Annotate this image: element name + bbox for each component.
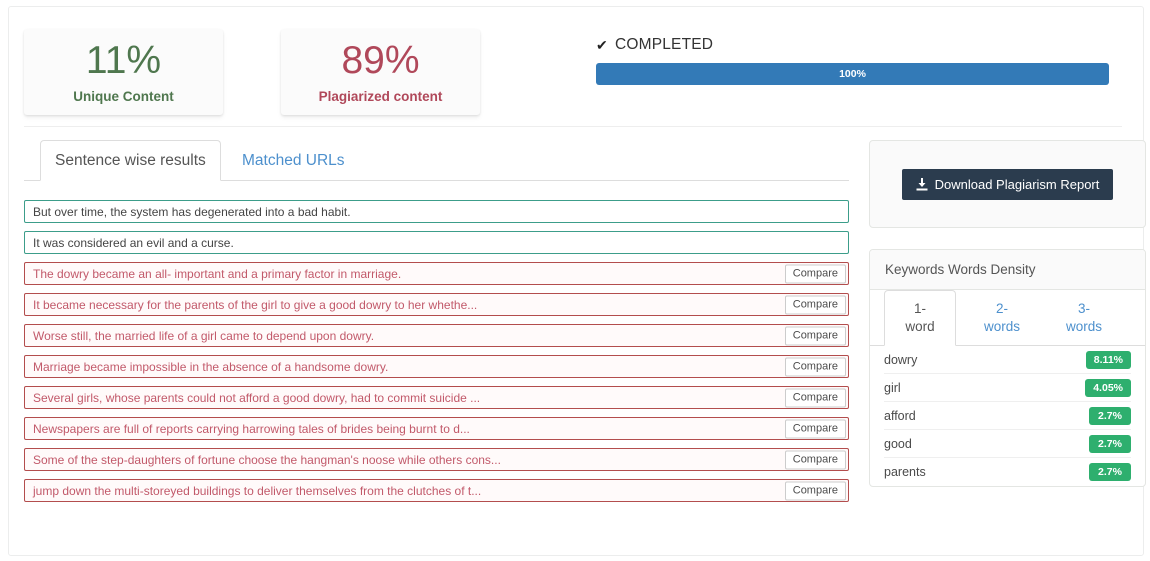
- sentence-text: jump down the multi-storeyed buildings t…: [33, 483, 482, 498]
- results-left-column: Sentence wise results Matched URLs But o…: [24, 140, 849, 510]
- keyword-row: afford 2.7%: [884, 402, 1131, 430]
- progress-bar-fill: 100%: [596, 63, 1109, 85]
- sentence-row: jump down the multi-storeyed buildings t…: [24, 479, 849, 502]
- unique-content-card: 11% Unique Content: [24, 29, 223, 115]
- tab-2-words[interactable]: 2- words: [966, 290, 1038, 346]
- sentence-text: Marriage became impossible in the absenc…: [33, 359, 389, 374]
- sentence-row: Marriage became impossible in the absenc…: [24, 355, 849, 378]
- keyword-density-badge: 4.05%: [1085, 378, 1131, 397]
- keyword-word: dowry: [884, 352, 918, 367]
- tab-matched-urls[interactable]: Matched URLs: [227, 140, 360, 181]
- tab-sentence-wise-results-label: Sentence wise results: [55, 151, 206, 169]
- section-divider: [24, 126, 1122, 127]
- tab-1-word-line1: 1-: [913, 300, 926, 316]
- sentence-row: Worse still, the married life of a girl …: [24, 324, 849, 347]
- keyword-word: girl: [884, 380, 901, 395]
- sentence-row: Several girls, whose parents could not a…: [24, 386, 849, 409]
- sentence-text: But over time, the system has degenerate…: [33, 204, 351, 219]
- results-tabs: Sentence wise results Matched URLs: [24, 140, 849, 181]
- tab-matched-urls-label: Matched URLs: [242, 151, 345, 169]
- sentence-results-list: But over time, the system has degenerate…: [24, 200, 849, 502]
- compare-button[interactable]: Compare: [784, 450, 846, 469]
- sentence-text: It was considered an evil and a curse.: [33, 235, 234, 250]
- progress-bar: 100%: [596, 63, 1109, 85]
- compare-button[interactable]: Compare: [784, 326, 846, 345]
- compare-button[interactable]: Compare: [784, 357, 846, 376]
- tab-3-words-line1: 3-: [1077, 300, 1090, 316]
- check-icon: ✔: [596, 37, 608, 53]
- sentence-text: Some of the step-daughters of fortune ch…: [33, 452, 501, 467]
- sentence-text: It became necessary for the parents of t…: [33, 297, 478, 312]
- unique-content-label: Unique Content: [73, 88, 174, 104]
- keyword-word: parents: [884, 465, 926, 479]
- sentence-row: It became necessary for the parents of t…: [24, 293, 849, 316]
- tab-2-words-line1: 2-: [995, 300, 1008, 316]
- keyword-density-badge: 2.7%: [1089, 434, 1131, 453]
- sentence-text: Several girls, whose parents could not a…: [33, 390, 481, 405]
- sentence-row: It was considered an evil and a curse.: [24, 231, 849, 254]
- tab-3-words[interactable]: 3- words: [1048, 290, 1120, 346]
- status-line: ✔ COMPLETED: [596, 35, 1109, 55]
- results-right-column: Download Plagiarism Report Keywords Word…: [869, 140, 1146, 487]
- keyword-row: dowry 8.11%: [884, 346, 1131, 374]
- download-icon: [916, 177, 928, 191]
- compare-button[interactable]: Compare: [784, 264, 846, 283]
- plagiarized-content-card: 89% Plagiarized content: [281, 29, 480, 115]
- keyword-row: parents 2.7%: [884, 458, 1131, 486]
- keywords-density-title: Keywords Words Density: [870, 250, 1145, 290]
- tab-2-words-line2: words: [983, 319, 1020, 334]
- unique-content-value: 11%: [85, 38, 162, 82]
- keyword-row: good 2.7%: [884, 430, 1131, 458]
- download-plagiarism-report-button[interactable]: Download Plagiarism Report: [901, 168, 1114, 200]
- results-container: 11% Unique Content 89% Plagiarized conte…: [8, 6, 1146, 556]
- keyword-density-badge: 2.7%: [1089, 406, 1131, 425]
- keywords-density-panel: Keywords Words Density 1- word 2- words …: [869, 249, 1146, 487]
- download-plagiarism-report-label: Download Plagiarism Report: [934, 176, 1100, 192]
- tab-1-word[interactable]: 1- word: [884, 290, 956, 346]
- plagiarized-content-value: 89%: [341, 38, 420, 82]
- sentence-row: The dowry became an all- important and a…: [24, 262, 849, 285]
- keyword-word: good: [884, 436, 912, 451]
- sentence-text: Newspapers are full of reports carrying …: [33, 421, 470, 436]
- keyword-density-badge: 8.11%: [1085, 350, 1131, 369]
- plagiarized-content-label: Plagiarized content: [318, 88, 443, 104]
- keywords-density-tabs: 1- word 2- words 3- words: [870, 290, 1145, 346]
- keyword-density-badge: 2.7%: [1089, 463, 1131, 481]
- tab-3-words-line2: words: [1065, 319, 1102, 334]
- tab-sentence-wise-results[interactable]: Sentence wise results: [40, 140, 221, 181]
- sentence-text: Worse still, the married life of a girl …: [33, 328, 375, 343]
- tab-1-word-line2: word: [905, 319, 935, 334]
- sentence-row: Some of the step-daughters of fortune ch…: [24, 448, 849, 471]
- keyword-row: girl 4.05%: [884, 374, 1131, 402]
- plagiarism-results-page: 11% Unique Content 89% Plagiarized conte…: [0, 0, 1150, 561]
- compare-button[interactable]: Compare: [784, 295, 846, 314]
- sentence-row: But over time, the system has degenerate…: [24, 200, 849, 223]
- sentence-text: The dowry became an all- important and a…: [33, 266, 402, 281]
- scan-status-block: ✔ COMPLETED 100%: [596, 35, 1109, 85]
- sentence-row: Newspapers are full of reports carrying …: [24, 417, 849, 440]
- compare-button[interactable]: Compare: [784, 481, 846, 500]
- keywords-density-list: dowry 8.11% girl 4.05% afford 2.7% good 2.7% par…: [870, 346, 1145, 486]
- keyword-word: afford: [884, 408, 916, 423]
- summary-stats-row: 11% Unique Content 89% Plagiarized conte…: [9, 7, 1143, 127]
- compare-button[interactable]: Compare: [784, 419, 846, 438]
- download-report-panel: Download Plagiarism Report: [869, 140, 1146, 228]
- status-label: COMPLETED: [614, 36, 714, 53]
- compare-button[interactable]: Compare: [784, 388, 846, 407]
